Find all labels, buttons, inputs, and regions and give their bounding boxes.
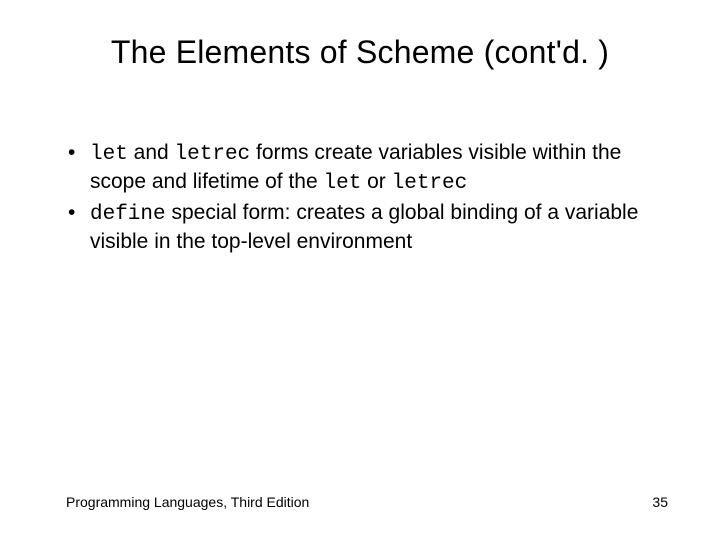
code-keyword: let — [323, 172, 361, 195]
bullet-item: let and letrec forms create variables vi… — [66, 140, 660, 198]
bullet-item: define special form: creates a global bi… — [66, 200, 660, 256]
footer-page-number: 35 — [652, 494, 668, 510]
slide-title: The Elements of Scheme (cont'd. ) — [0, 34, 720, 71]
code-keyword: letrec — [392, 172, 468, 195]
slide-body: let and letrec forms create variables vi… — [66, 140, 660, 258]
slide: The Elements of Scheme (cont'd. ) let an… — [0, 0, 720, 540]
code-keyword: define — [90, 203, 166, 226]
footer-source: Programming Languages, Third Edition — [66, 494, 309, 510]
code-keyword: letrec — [175, 143, 251, 166]
code-keyword: let — [90, 143, 128, 166]
bullet-text: let and letrec forms create variables vi… — [90, 141, 621, 193]
bullet-list: let and letrec forms create variables vi… — [66, 140, 660, 256]
bullet-text: define special form: creates a global bi… — [90, 201, 638, 253]
